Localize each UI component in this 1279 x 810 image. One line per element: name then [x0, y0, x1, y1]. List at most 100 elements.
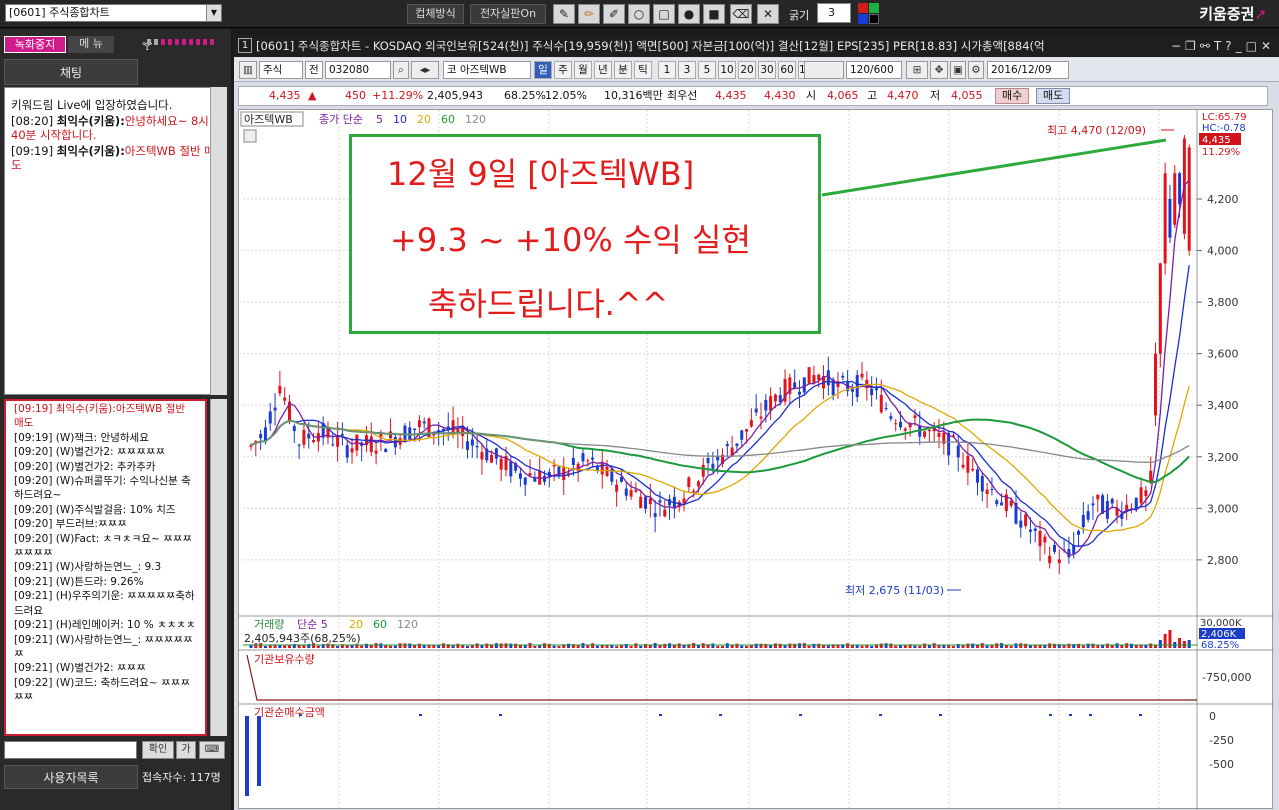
candle-body [586, 460, 590, 462]
volume-bar [817, 643, 821, 648]
chat-scrollbar[interactable] [210, 87, 227, 395]
volume-bar [528, 643, 532, 648]
chat-history-item: [09:21] (W)사랑하는연느_: 9.3 [14, 561, 162, 574]
interval-3[interactable]: 3 [678, 61, 696, 79]
inst-net-bar [257, 716, 261, 786]
eyedropper-icon[interactable]: ✎ [553, 4, 575, 24]
period-dropdown[interactable] [804, 61, 844, 79]
chat-message: [08:20] 최익수(키움):안녕하세요~ 8시 40분 시작합니다. [11, 114, 220, 142]
chat-history-scrollbar[interactable] [210, 399, 227, 736]
candle-body [619, 477, 623, 482]
candle-body [302, 429, 306, 445]
tab-chat[interactable]: 채팅 [4, 59, 138, 85]
inst-net-axis: 0 [1209, 710, 1216, 723]
close-icon[interactable]: ✕ [1261, 39, 1275, 53]
ellipse-fill-icon[interactable]: ● [678, 4, 700, 24]
interval-60[interactable]: 60 [778, 61, 796, 79]
sell-button[interactable]: 매도 [1036, 88, 1071, 104]
volume-bar [605, 645, 609, 648]
interval-10[interactable]: 10 [718, 61, 736, 79]
chart-settings-icon[interactable]: ▥ [239, 61, 257, 79]
volume-bar [259, 643, 263, 648]
link-icon[interactable]: ⚯ [1200, 39, 1214, 53]
stock-code-input[interactable]: 032080 [325, 61, 391, 79]
inst-net-bar [879, 714, 882, 716]
volume-bar [663, 643, 667, 648]
candle-body [571, 457, 575, 465]
pen-icon[interactable]: ✐ [603, 4, 625, 24]
volume-bar [971, 643, 975, 648]
menu-button[interactable]: 메 뉴 [68, 36, 114, 53]
eraser-icon[interactable]: ⌫ [730, 4, 752, 24]
window-min-icon[interactable]: _ [1236, 39, 1246, 53]
minimize-icon[interactable]: − [1171, 39, 1185, 53]
candle-body [894, 423, 898, 425]
speaker-icon[interactable]: ◂▸ [411, 61, 439, 79]
font-icon[interactable]: T [1214, 39, 1225, 53]
stop-recording-button[interactable]: 녹화중지 [4, 36, 66, 53]
period-3[interactable]: 년 [594, 61, 612, 79]
price-tick-label: 3,800 [1207, 296, 1239, 309]
zoom-icon[interactable]: ⊞ [906, 61, 928, 79]
candle-body [1019, 520, 1023, 528]
candle-body [552, 465, 556, 467]
period-2[interactable]: 월 [574, 61, 592, 79]
low-label: 저 [930, 89, 941, 102]
search-icon[interactable]: ⌕ [393, 61, 409, 79]
candle-body [740, 430, 744, 440]
volume-bar [494, 643, 498, 648]
low-marker-label: 최저 2,675 (11/03) [845, 584, 944, 597]
date-input[interactable]: 2016/12/09 [987, 61, 1069, 79]
volume-bar [586, 645, 590, 648]
cursor-icon[interactable]: ✥ [930, 61, 948, 79]
font-button[interactable]: 가 [176, 741, 196, 759]
interval-5[interactable]: 5 [698, 61, 716, 79]
chevron-down-icon[interactable]: ▼ [206, 5, 221, 21]
volume-bar [499, 643, 503, 648]
candle-body [523, 477, 527, 485]
screen-select[interactable]: [0601] 주식종합차트 ▼ [5, 4, 222, 22]
maximize-icon[interactable]: □ [1246, 39, 1261, 53]
thickness-stepper[interactable]: 3 [817, 3, 851, 23]
current-price-axis: 4,435 [1202, 135, 1231, 146]
restore-icon[interactable]: ❐ [1185, 39, 1200, 53]
period-4[interactable]: 분 [614, 61, 632, 79]
chat-input[interactable] [4, 741, 137, 759]
interval-30[interactable]: 30 [758, 61, 776, 79]
period-0[interactable]: 일 [534, 61, 552, 79]
eraser-all-icon[interactable]: ✕ [757, 4, 779, 24]
volume-bar [677, 643, 681, 648]
signal-bar [147, 39, 151, 45]
rect-fill-icon[interactable]: ■ [703, 4, 725, 24]
stock-name-field[interactable]: 코 아즈텍WB [443, 61, 531, 79]
tab-user-list[interactable]: 사용자목록 [4, 765, 138, 789]
bargain-button[interactable]: 컵체방식 [407, 4, 464, 24]
confirm-button[interactable]: 확인 [142, 741, 174, 759]
period-1[interactable]: 주 [554, 61, 572, 79]
inst-net-bar [419, 714, 422, 716]
candle-body [653, 513, 657, 517]
keyboard-icon[interactable]: ⌨ [199, 741, 225, 759]
candle-body [1033, 528, 1037, 531]
help-icon[interactable]: ? [1225, 39, 1235, 53]
inst-net-bar [245, 716, 249, 796]
circle-icon[interactable]: ○ [628, 4, 650, 24]
fullscreen-button[interactable]: 전자실판On [470, 4, 546, 24]
save-icon[interactable]: ▣ [950, 61, 966, 79]
pencil-icon[interactable]: ✏ [578, 4, 600, 24]
candle-body [1024, 514, 1028, 526]
candle-body [340, 433, 344, 436]
color-palette-icon[interactable] [858, 3, 880, 25]
gear-icon[interactable]: ⚙ [968, 61, 984, 79]
type-select[interactable]: 전 [305, 61, 323, 79]
rectangle-icon[interactable]: □ [653, 4, 675, 24]
bar-count-input[interactable]: 120/600 [846, 61, 902, 79]
market-select[interactable]: 주식 [259, 61, 303, 79]
period-5[interactable]: 틱 [634, 61, 652, 79]
interval-1[interactable]: 1 [658, 61, 676, 79]
candle-body [1067, 549, 1071, 558]
interval-20[interactable]: 20 [738, 61, 756, 79]
buy-button[interactable]: 매수 [995, 88, 1030, 104]
candle-body [990, 489, 994, 491]
inst-net-bar [719, 714, 722, 716]
